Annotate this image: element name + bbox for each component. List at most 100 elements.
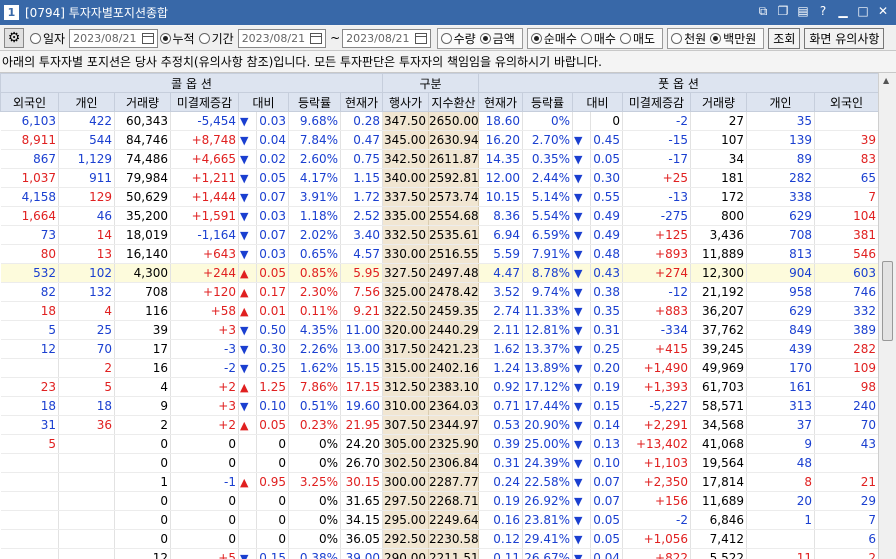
table-row[interactable]: 31 36 2 +2 ▲ 0.05 0.23% 21.95 307.50 2344.97 0.53 2… [0,415,878,435]
close-icon[interactable]: ✕ [876,4,890,19]
col-put-foreign[interactable]: 외국인 [814,92,878,112]
col-put-individual[interactable]: 개인 [746,92,815,112]
put-change-rate-cell: 6.59% [522,225,573,245]
table-row[interactable]: 80 13 16,140 +643 ▼ 0.03 0.65% 4.57 330.00 2516.5… [0,244,878,264]
call-change-rate-cell: 2.30% [288,282,341,302]
put-oi-change-cell: +822 [622,548,691,559]
call-foreign-cell [0,510,59,530]
table-row[interactable]: 12 +5 ▼ 0.15 0.38% 39.00 290.00 2211.51 0.11 26.6… [0,548,878,559]
table-row[interactable]: 1,037 911 79,984 +1,211 ▼ 0.05 4.17% 1.15 340.00… [0,168,878,188]
link-icon[interactable]: ⧉ [756,4,770,19]
settings-gear-icon[interactable]: ⚙ [4,28,24,48]
table-row[interactable]: 2 16 -2 ▼ 0.25 1.62% 15.15 315.00 2402.16 1.24 13.… [0,358,878,378]
screen-caution-button[interactable]: 화면 유의사항 [804,27,885,49]
put-change-cell: 0.05 [590,510,623,530]
put-oi-change-cell: +883 [622,301,691,321]
toolbar: ⚙ 일자 2023/08/21 누적 기간 2023/08/21 ~ 2023/… [0,26,896,51]
put-change-rate-cell: 2.44% [522,168,573,188]
call-change-arrow-icon: ▼ [238,130,257,150]
col-call-foreign[interactable]: 외국인 [0,92,59,112]
table-row[interactable]: 1,664 46 35,200 +1,591 ▼ 0.03 1.18% 2.52 335.00 2… [0,206,878,226]
table-row[interactable]: 5 0 0 0 0% 24.20 305.00 2325.90 0.39 25.00% ▼ 0.13 +… [0,434,878,454]
table-row[interactable]: 23 5 4 +2 ▲ 1.25 7.86% 17.15 312.50 2383.10 0.92 17… [0,377,878,397]
col-index-equiv[interactable]: 지수환산 [428,92,479,112]
call-change-cell: 0.03 [256,111,289,131]
call-foreign-cell: 6,103 [0,111,59,131]
radio-amount[interactable]: 금액 [479,30,515,47]
scroll-up-icon[interactable]: ▲ [883,76,889,85]
call-volume-cell: 0 [114,510,171,530]
strike-cell: 307.50 [382,415,429,435]
table-row[interactable]: 0 0 0 0% 26.70 302.50 2306.84 0.31 24.39% ▼ 0.10 +1… [0,453,878,473]
print-icon[interactable]: ▤ [796,4,810,19]
col-call-volume[interactable]: 거래량 [114,92,171,112]
radio-buy[interactable]: 매수 [580,30,616,47]
col-call-change-rate[interactable]: 등락률 [288,92,341,112]
index-equiv-cell: 2287.77 [428,472,479,492]
strike-cell: 330.00 [382,244,429,264]
calendar-icon[interactable] [310,32,323,44]
call-volume-cell: 0 [114,491,171,511]
call-foreign-cell: 80 [0,244,59,264]
call-change-cell: 0.03 [256,244,289,264]
vertical-scrollbar[interactable]: ▲ [878,73,896,559]
col-call-oi-change[interactable]: 미결제증감 [170,92,239,112]
radio-sell[interactable]: 매도 [619,30,655,47]
col-put-volume[interactable]: 거래량 [690,92,747,112]
scrollbar-thumb[interactable] [882,261,893,341]
radio-thousand-won[interactable]: 천원 [671,30,706,47]
put-change-rate-cell: 29.41% [522,529,573,549]
table-row[interactable]: 6,103 422 60,343 -5,454 ▼ 0.03 9.68% 0.28 347.50… [0,111,878,131]
table-row[interactable]: 532 102 4,300 +244 ▲ 0.05 0.85% 5.95 327.50 2497.… [0,263,878,283]
col-call-change[interactable]: 대비 [238,92,289,112]
maximize-icon[interactable]: □ [856,4,870,19]
radio-million-won[interactable]: 백만원 [710,30,756,47]
position-grid[interactable]: 콜 옵 션 구분 풋 옵 션 외국인 개인 거래량 미결제증감 대비 등락률 현… [0,73,878,559]
table-row[interactable]: 1 -1 ▲ 0.95 3.25% 30.15 300.00 2287.77 0.24 22.58… [0,472,878,492]
table-row[interactable]: 8,911 544 84,746 +8,748 ▼ 0.04 7.84% 0.47 345.00… [0,130,878,150]
col-put-price[interactable]: 현재가 [478,92,523,112]
col-call-price[interactable]: 현재가 [340,92,383,112]
help-icon[interactable]: ? [816,4,830,19]
put-volume-cell: 11,889 [690,244,747,264]
col-call-individual[interactable]: 개인 [58,92,115,112]
table-row[interactable]: 18 18 9 +3 ▼ 0.10 0.51% 19.60 310.00 2364.03 0.71 1… [0,396,878,416]
radio-date[interactable]: 일자 [30,30,65,47]
radio-cumulative[interactable]: 누적 [159,30,195,47]
col-strike[interactable]: 행사가 [382,92,429,112]
table-row[interactable]: 0 0 0 0% 34.15 295.00 2249.64 0.16 23.81% ▼ 0.05 -2… [0,510,878,530]
strike-cell: 312.50 [382,377,429,397]
table-row[interactable]: 5 25 39 +3 ▼ 0.50 4.35% 11.00 320.00 2440.29 2.11 1… [0,320,878,340]
put-change-rate-cell: 25.00% [522,434,573,454]
calendar-icon[interactable] [414,32,427,44]
date-input-single[interactable]: 2023/08/21 [69,28,158,48]
col-put-change[interactable]: 대비 [572,92,623,112]
copy-icon[interactable]: ❐ [776,4,790,19]
table-row[interactable]: 12 70 17 -3 ▼ 0.30 2.26% 13.00 317.50 2421.23 1.62… [0,339,878,359]
minimize-icon[interactable]: ▁ [836,4,850,19]
put-price-cell: 2.74 [478,301,523,321]
put-change-arrow-icon: ▼ [572,434,591,454]
calendar-icon[interactable] [141,32,154,44]
call-change-cell: 0.07 [256,187,289,207]
table-row[interactable]: 18 4 116 +58 ▲ 0.01 0.11% 9.21 322.50 2459.35 2.74… [0,301,878,321]
table-row[interactable]: 0 0 0 0% 31.65 297.50 2268.71 0.19 26.92% ▼ 0.07 +1… [0,491,878,511]
table-row[interactable]: 867 1,129 74,486 +4,665 ▼ 0.02 2.60% 0.75 342.50… [0,149,878,169]
call-individual-cell: 46 [58,206,115,226]
call-change-cell: 0.05 [256,415,289,435]
call-foreign-cell: 1,037 [0,168,59,188]
table-row[interactable]: 4,158 129 50,629 +1,444 ▼ 0.07 3.91% 1.72 337.50… [0,187,878,207]
radio-quantity[interactable]: 수량 [440,30,476,47]
date-input-from[interactable]: 2023/08/21 [237,28,327,48]
col-put-oi-change[interactable]: 미결제증감 [622,92,691,112]
query-button[interactable]: 조회 [768,27,801,49]
date-input-to[interactable]: 2023/08/21 [342,28,431,48]
table-row[interactable]: 82 132 708 +120 ▲ 0.17 2.30% 7.56 325.00 2478.42 3… [0,282,878,302]
table-row[interactable]: 73 14 18,019 -1,164 ▼ 0.07 2.02% 3.40 332.50 2535… [0,225,878,245]
table-row[interactable]: 0 0 0 0% 36.05 292.50 2230.58 0.12 29.41% ▼ 0.05 +1… [0,529,878,549]
radio-period[interactable]: 기간 [198,30,234,47]
call-change-arrow-icon: ▼ [238,187,257,207]
col-put-change-rate[interactable]: 등락률 [522,92,573,112]
radio-net-buy[interactable]: 순매수 [530,30,577,47]
call-change-rate-cell: 1.18% [288,206,341,226]
